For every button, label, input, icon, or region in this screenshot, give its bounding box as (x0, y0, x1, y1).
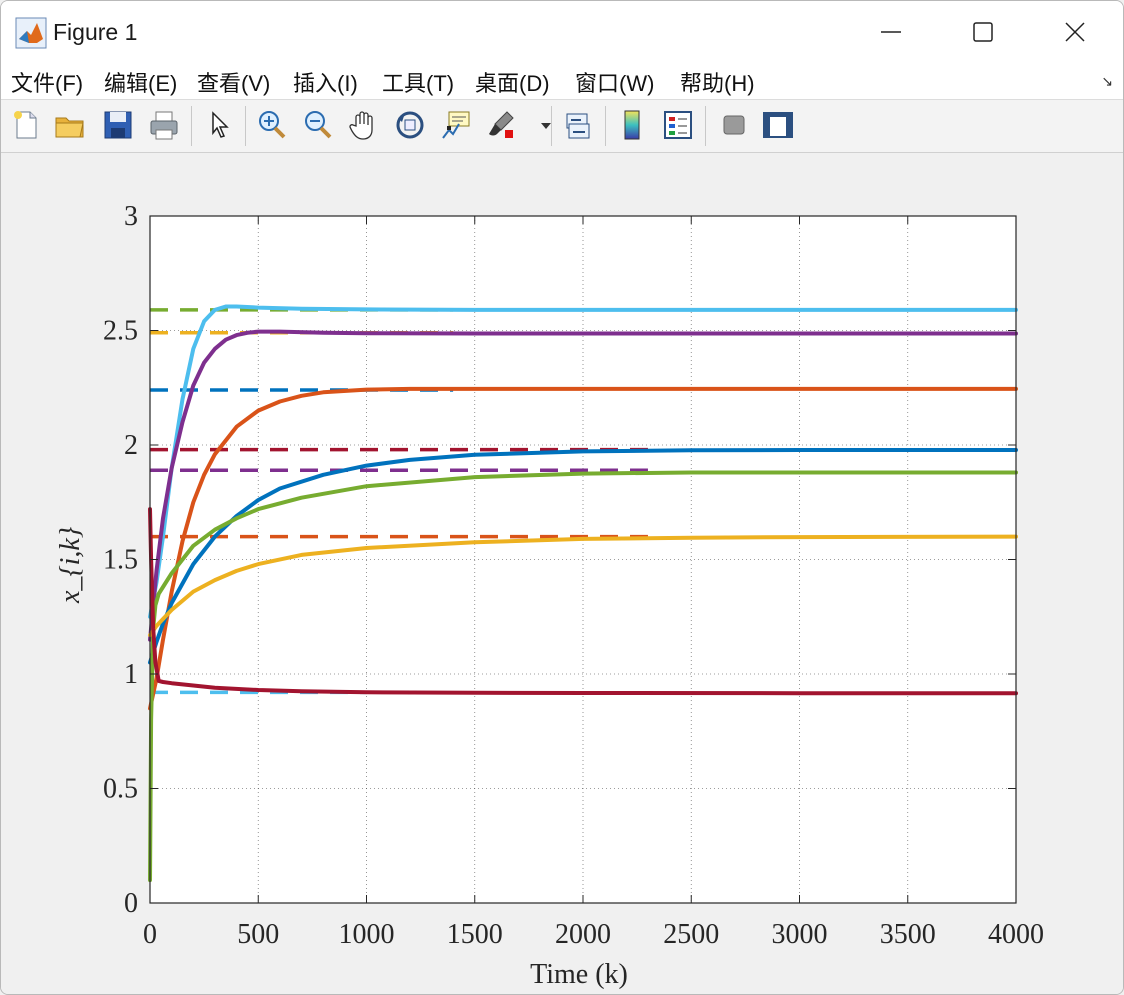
x-tick-label: 3000 (772, 919, 828, 950)
rotate-3d-icon[interactable] (393, 108, 427, 142)
zoom-out-icon[interactable] (301, 108, 335, 142)
menu-edit[interactable]: 编辑(E) (104, 66, 177, 98)
y-tick-label: 0.5 (103, 774, 138, 805)
menu-window[interactable]: 窗口(W) (575, 66, 654, 98)
new-figure-icon[interactable] (9, 108, 43, 142)
y-tick-label: 1 (124, 659, 138, 690)
x-tick-label: 0 (143, 919, 157, 950)
open-file-icon[interactable] (53, 108, 87, 142)
y-tick-label: 1.5 (103, 545, 138, 576)
brush-icon[interactable] (485, 108, 519, 142)
minimize-button[interactable] (843, 1, 939, 63)
colorbar-icon[interactable] (615, 108, 649, 142)
close-button[interactable] (1027, 1, 1123, 63)
data-cursor-icon[interactable] (439, 108, 473, 142)
pan-hand-icon[interactable] (347, 108, 381, 142)
zoom-in-icon[interactable] (255, 108, 289, 142)
x-tick-label: 1500 (447, 919, 503, 950)
menu-file[interactable]: 文件(F) (11, 66, 83, 98)
select-arrow-icon[interactable] (203, 108, 237, 142)
window-title: Figure 1 (53, 19, 138, 45)
menu-help[interactable]: 帮助(H) (680, 66, 755, 98)
minimize-icon (881, 31, 901, 33)
y-tick-label: 3 (124, 201, 138, 232)
close-icon (1065, 22, 1085, 42)
maximize-icon (973, 22, 993, 42)
title-bar: Figure 1 (1, 1, 1123, 63)
hide-plot-tools-icon[interactable] (717, 108, 751, 142)
x-tick-label: 3500 (880, 919, 936, 950)
dock-arrow-icon[interactable]: ↘ (1101, 73, 1113, 90)
legend-icon[interactable] (661, 108, 695, 142)
menu-desktop[interactable]: 桌面(D) (475, 66, 550, 98)
figure-window: Figure 1 文件(F) 编辑(E) 查看(V) 插入(I) 工具(T) 桌… (0, 0, 1124, 995)
matlab-logo-icon (15, 17, 47, 49)
y-axis-label: x_{i,k} (55, 527, 86, 604)
x-tick-label: 2500 (663, 919, 719, 950)
x-tick-label: 500 (237, 919, 279, 950)
brush-dropdown-icon[interactable] (529, 108, 551, 142)
x-axis-label: Time (k) (530, 959, 628, 990)
maximize-button[interactable] (935, 1, 1031, 63)
x-tick-label: 4000 (988, 919, 1044, 950)
menu-insert[interactable]: 插入(I) (293, 66, 358, 98)
y-tick-label: 0 (124, 888, 138, 919)
x-tick-label: 2000 (555, 919, 611, 950)
y-tick-label: 2.5 (103, 316, 138, 347)
link-plot-icon[interactable] (561, 108, 595, 142)
menu-bar: 文件(F) 编辑(E) 查看(V) 插入(I) 工具(T) 桌面(D) 窗口(W… (1, 63, 1123, 100)
figure-canvas: 0 500 1000 1500 2000 2500 3000 3500 4000 0 0.5 1 1.5… (1, 153, 1123, 994)
save-icon[interactable] (101, 108, 135, 142)
line-chart[interactable]: 0 500 1000 1500 2000 2500 3000 3500 4000 0 0.5 1 1.5… (1, 153, 1123, 994)
print-icon[interactable] (147, 108, 181, 142)
show-plot-tools-icon[interactable] (761, 108, 795, 142)
y-tick-label: 2 (124, 430, 138, 461)
menu-view[interactable]: 查看(V) (197, 66, 270, 98)
x-tick-label: 1000 (339, 919, 395, 950)
toolbar (1, 100, 1123, 153)
menu-tools[interactable]: 工具(T) (382, 66, 454, 98)
